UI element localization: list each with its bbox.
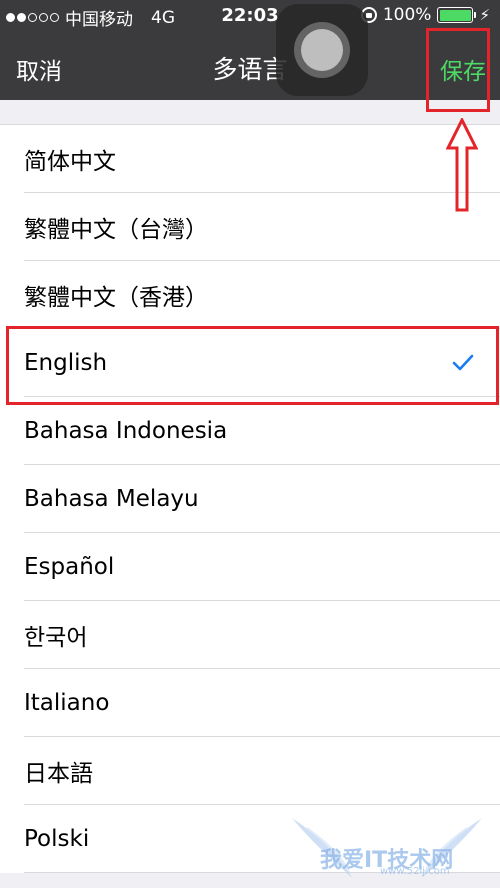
page-title: 多语言	[212, 55, 288, 84]
battery-icon	[437, 7, 477, 23]
language-option[interactable]: 日本語	[0, 737, 500, 805]
battery-percent: 100%	[382, 5, 432, 25]
charging-bolt-icon: ⚡	[479, 6, 490, 24]
status-bar: 中国移动 4G 22:03 100% ⚡	[0, 0, 500, 32]
language-option[interactable]: Español	[0, 533, 500, 601]
language-option[interactable]: Bahasa Melayu	[0, 465, 500, 533]
language-label: 한국어	[24, 625, 88, 651]
language-list: 简体中文 繁體中文（台灣） 繁體中文（香港） English Bahasa Indone…	[0, 124, 500, 873]
language-label: Polski	[24, 826, 90, 852]
navigation-bar: 取消 多语言 保存	[0, 32, 500, 100]
language-label: Bahasa Indonesia	[24, 418, 228, 444]
status-right: 100% ⚡	[360, 5, 490, 25]
language-label: 简体中文	[24, 149, 116, 175]
language-option[interactable]: 繁體中文（香港）	[0, 261, 500, 329]
language-label: 繁體中文（台灣）	[24, 217, 208, 243]
language-label: Bahasa Melayu	[24, 486, 199, 512]
language-option[interactable]: Bahasa Indonesia	[0, 397, 500, 465]
save-highlight-box	[426, 28, 490, 112]
english-highlight-box	[6, 326, 499, 405]
language-label: 繁體中文（香港）	[24, 285, 208, 311]
top-bar: 中国移动 4G 22:03 100% ⚡ 取消 多语言 保存	[0, 0, 500, 100]
language-option[interactable]: 한국어	[0, 601, 500, 669]
language-option[interactable]: Italiano	[0, 669, 500, 737]
screen: 中国移动 4G 22:03 100% ⚡ 取消 多语言 保存 简体中文繁體中文（…	[0, 0, 500, 888]
assistive-touch-button[interactable]	[276, 4, 368, 96]
language-label: Español	[24, 554, 115, 580]
watermark-url: www.52ij.com	[380, 866, 450, 877]
language-label: Italiano	[24, 690, 110, 716]
annotation-arrow-icon	[446, 118, 478, 212]
language-label: 日本語	[24, 761, 93, 787]
language-option[interactable]: 简体中文	[0, 125, 500, 193]
language-option[interactable]: 繁體中文（台灣）	[0, 193, 500, 261]
battery-level	[439, 9, 471, 21]
assistive-touch-inner-ring	[301, 29, 343, 71]
